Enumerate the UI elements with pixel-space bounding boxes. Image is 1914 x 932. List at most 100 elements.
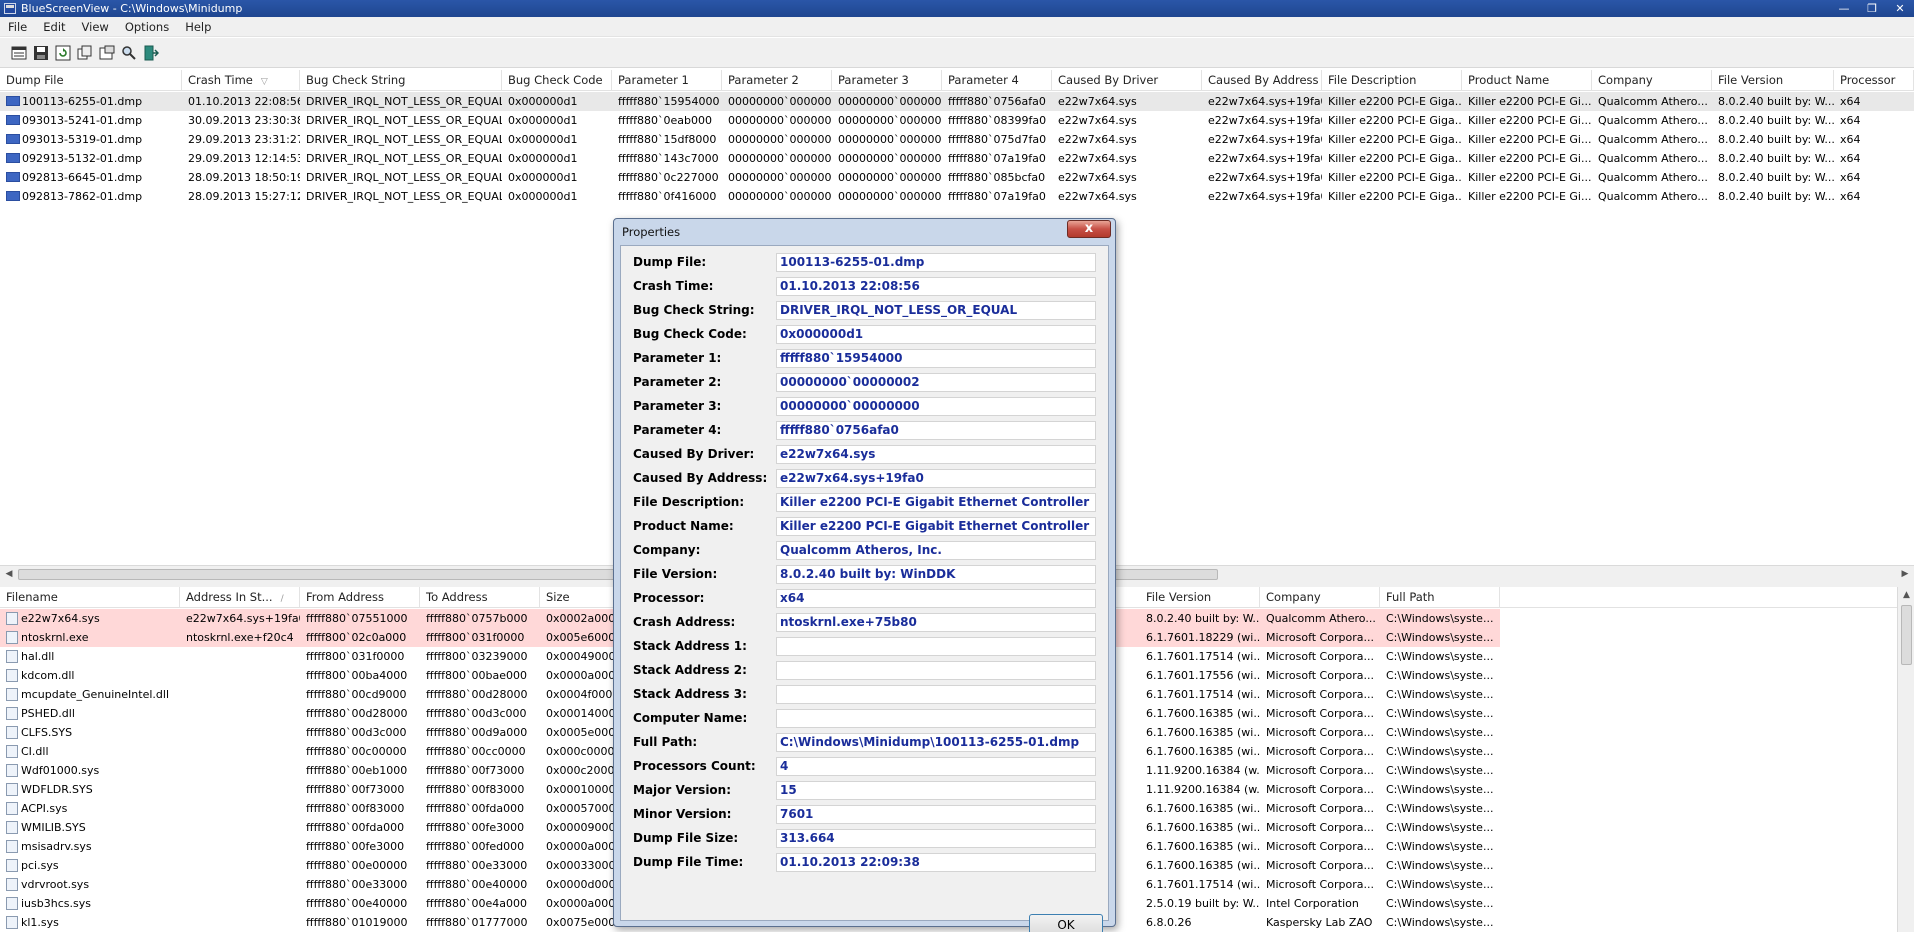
- cell-text: msisadrv.sys: [21, 840, 92, 853]
- property-value-full-path[interactable]: C:\Windows\Minidump\100113-6255-01.dmp: [776, 733, 1096, 752]
- column-header-file-version[interactable]: File Version: [1712, 70, 1834, 91]
- column-header-parameter-2[interactable]: Parameter 2: [722, 70, 832, 91]
- scroll-right-icon[interactable]: ▶: [1898, 568, 1912, 581]
- refresh-button[interactable]: [52, 42, 74, 64]
- column-header-file-description[interactable]: File Description: [1322, 70, 1462, 91]
- column-header-bug-check-string[interactable]: Bug Check String: [300, 70, 502, 91]
- property-value-bug-check-string[interactable]: DRIVER_IRQL_NOT_LESS_OR_EQUAL: [776, 301, 1096, 320]
- cell-text: Microsoft Corpora...: [1266, 688, 1374, 701]
- menu-view[interactable]: View: [74, 20, 117, 34]
- module-column-header-full-path[interactable]: Full Path: [1380, 587, 1500, 608]
- dialog-title: Properties: [622, 225, 681, 239]
- module-cell-filename: WMILIB.SYS: [0, 818, 180, 837]
- module-column-header-from-address[interactable]: From Address: [300, 587, 420, 608]
- cell-text: kl1.sys: [21, 916, 59, 929]
- module-column-header-filename[interactable]: Filename: [0, 587, 180, 608]
- property-value-company[interactable]: Qualcomm Atheros, Inc.: [776, 541, 1096, 560]
- property-value-crash-time[interactable]: 01.10.2013 22:08:56: [776, 277, 1096, 296]
- module-cell-to-address: fffff880`00f83000: [420, 780, 540, 799]
- property-value-parameter-4[interactable]: fffff880`0756afa0: [776, 421, 1096, 440]
- property-value-parameter-1[interactable]: fffff880`15954000: [776, 349, 1096, 368]
- property-value-dump-file-time[interactable]: 01.10.2013 22:09:38: [776, 853, 1096, 872]
- property-value-crash-address[interactable]: ntoskrnl.exe+75b80: [776, 613, 1096, 632]
- ok-button[interactable]: OK: [1029, 914, 1103, 932]
- module-cell-filename: PSHED.dll: [0, 704, 180, 723]
- crash-row[interactable]: 100113-6255-01.dmp 01.10.2013 22:08:56 DRI…: [0, 92, 1914, 111]
- property-value-dump-file[interactable]: 100113-6255-01.dmp: [776, 253, 1096, 272]
- property-value-dump-file-size[interactable]: 313.664: [776, 829, 1096, 848]
- column-header-parameter-4[interactable]: Parameter 4: [942, 70, 1052, 91]
- options-button[interactable]: [96, 42, 118, 64]
- crash-cell-company: Qualcomm Athero...: [1592, 130, 1712, 149]
- column-header-caused-by-driver[interactable]: Caused By Driver: [1052, 70, 1202, 91]
- scroll-up-icon[interactable]: ▲: [1900, 589, 1913, 602]
- cell-text: fffff880`00f73000: [426, 764, 525, 777]
- property-value-file-version[interactable]: 8.0.2.40 built by: WinDDK: [776, 565, 1096, 584]
- crash-row[interactable]: 092813-6645-01.dmp 28.09.2013 18:50:19 DRI…: [0, 168, 1914, 187]
- property-value-computer-name[interactable]: [776, 709, 1096, 728]
- column-header-label: Parameter 2: [728, 73, 799, 87]
- menu-options[interactable]: Options: [117, 20, 177, 34]
- property-value-parameter-2[interactable]: 00000000`00000002: [776, 373, 1096, 392]
- module-cell-full-path: C:\Windows\syste...: [1380, 704, 1500, 723]
- module-cell-company: Kaspersky Lab ZAO: [1260, 913, 1380, 932]
- property-row-dump-file: Dump File: 100113-6255-01.dmp: [621, 250, 1110, 274]
- crash-row[interactable]: 092813-7862-01.dmp 28.09.2013 15:27:12 DRI…: [0, 187, 1914, 206]
- crash-row[interactable]: 093013-5319-01.dmp 29.09.2013 23:31:27 DRI…: [0, 130, 1914, 149]
- column-header-processor[interactable]: Processor: [1834, 70, 1914, 91]
- property-value-parameter-3[interactable]: 00000000`00000000: [776, 397, 1096, 416]
- column-header-crash-time[interactable]: Crash Time ▽: [182, 70, 300, 91]
- exit-button[interactable]: [140, 42, 162, 64]
- cell-text: e22w7x64.sys+19fa0: [1208, 95, 1322, 108]
- vertical-scroll-thumb[interactable]: [1901, 605, 1912, 665]
- menu-edit[interactable]: Edit: [35, 20, 73, 34]
- column-header-parameter-3[interactable]: Parameter 3: [832, 70, 942, 91]
- column-header-parameter-1[interactable]: Parameter 1: [612, 70, 722, 91]
- menu-help[interactable]: Help: [177, 20, 219, 34]
- module-column-header-address-in-st[interactable]: Address In St... /: [180, 587, 300, 608]
- property-value-stack-address-1[interactable]: [776, 637, 1096, 656]
- vertical-scrollbar[interactable]: ▲: [1897, 587, 1914, 932]
- module-cell-company: Microsoft Corpora...: [1260, 685, 1380, 704]
- crash-row[interactable]: 092913-5132-01.dmp 29.09.2013 12:14:53 DRI…: [0, 149, 1914, 168]
- properties-button[interactable]: [8, 42, 30, 64]
- crash-row[interactable]: 093013-5241-01.dmp 30.09.2013 23:30:38 DRI…: [0, 111, 1914, 130]
- property-value-processor[interactable]: x64: [776, 589, 1096, 608]
- property-value-stack-address-3[interactable]: [776, 685, 1096, 704]
- copy-button[interactable]: [74, 42, 96, 64]
- property-row-stack-address-3: Stack Address 3:: [621, 682, 1110, 706]
- column-header-company[interactable]: Company: [1592, 70, 1712, 91]
- property-value-processors-count[interactable]: 4: [776, 757, 1096, 776]
- column-header-dump-file[interactable]: Dump File: [0, 70, 182, 91]
- close-window-button[interactable]: ✕: [1886, 0, 1914, 17]
- save-button[interactable]: [30, 42, 52, 64]
- property-label: Stack Address 1:: [633, 639, 747, 653]
- cell-text: fffff880`0757b000: [426, 612, 528, 625]
- column-header-bug-check-code[interactable]: Bug Check Code: [502, 70, 612, 91]
- scroll-left-icon[interactable]: ◀: [2, 568, 16, 581]
- column-header-caused-by-address[interactable]: Caused By Address: [1202, 70, 1322, 91]
- cell-text: e22w7x64.sys: [1058, 190, 1137, 203]
- menu-file[interactable]: File: [0, 20, 35, 34]
- property-value-minor-version[interactable]: 7601: [776, 805, 1096, 824]
- property-value-bug-check-code[interactable]: 0x000000d1: [776, 325, 1096, 344]
- property-value-caused-by-address[interactable]: e22w7x64.sys+19fa0: [776, 469, 1096, 488]
- column-header-product-name[interactable]: Product Name: [1462, 70, 1592, 91]
- minimize-button[interactable]: —: [1830, 0, 1858, 17]
- property-value-file-description[interactable]: Killer e2200 PCI-E Gigabit Ethernet Cont…: [776, 493, 1096, 512]
- module-file-icon: [6, 630, 18, 644]
- property-value-stack-address-2[interactable]: [776, 661, 1096, 680]
- property-value-caused-by-driver[interactable]: e22w7x64.sys: [776, 445, 1096, 464]
- module-column-header-company[interactable]: Company: [1260, 587, 1380, 608]
- module-cell-from-address: fffff880`00cd9000: [300, 685, 420, 704]
- maximize-button[interactable]: ❐: [1858, 0, 1886, 17]
- property-value-product-name[interactable]: Killer e2200 PCI-E Gigabit Ethernet Cont…: [776, 517, 1096, 536]
- dialog-close-button[interactable]: x: [1067, 220, 1111, 238]
- find-button[interactable]: [118, 42, 140, 64]
- module-cell-from-address: fffff800`031f0000: [300, 647, 420, 666]
- module-cell-filename: kdcom.dll: [0, 666, 180, 685]
- property-value-major-version[interactable]: 15: [776, 781, 1096, 800]
- module-column-header-file-version[interactable]: File Version: [1140, 587, 1260, 608]
- property-label: Full Path:: [633, 735, 698, 749]
- module-column-header-to-address[interactable]: To Address: [420, 587, 540, 608]
